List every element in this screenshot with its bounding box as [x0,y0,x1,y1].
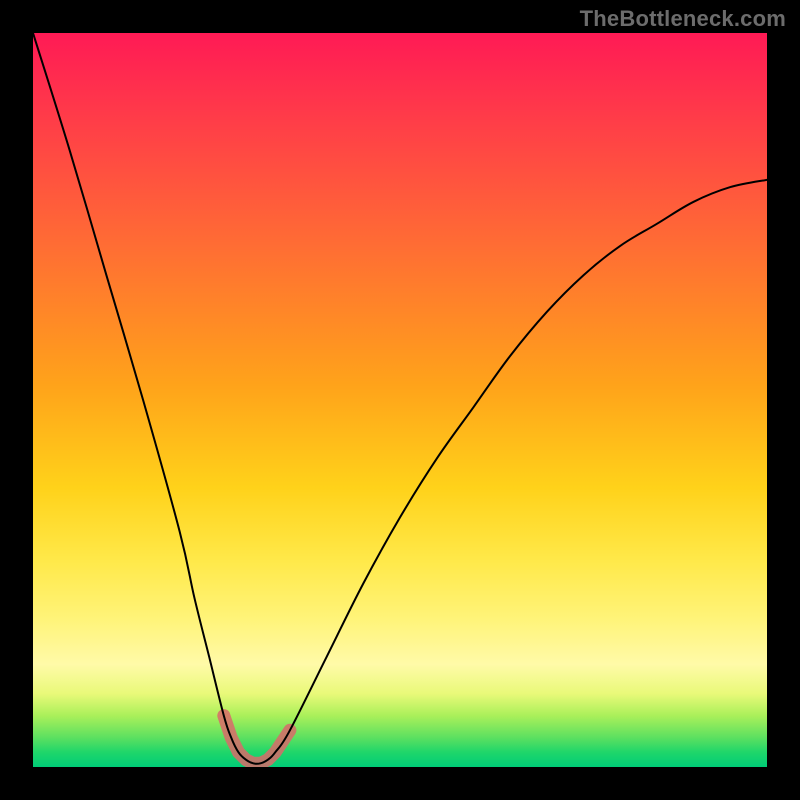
plot-area [33,33,767,767]
watermark-text: TheBottleneck.com [580,6,786,32]
bottleneck-curve [33,33,767,764]
curve-svg [33,33,767,767]
chart-frame: TheBottleneck.com [0,0,800,800]
valley-highlight [224,716,290,764]
